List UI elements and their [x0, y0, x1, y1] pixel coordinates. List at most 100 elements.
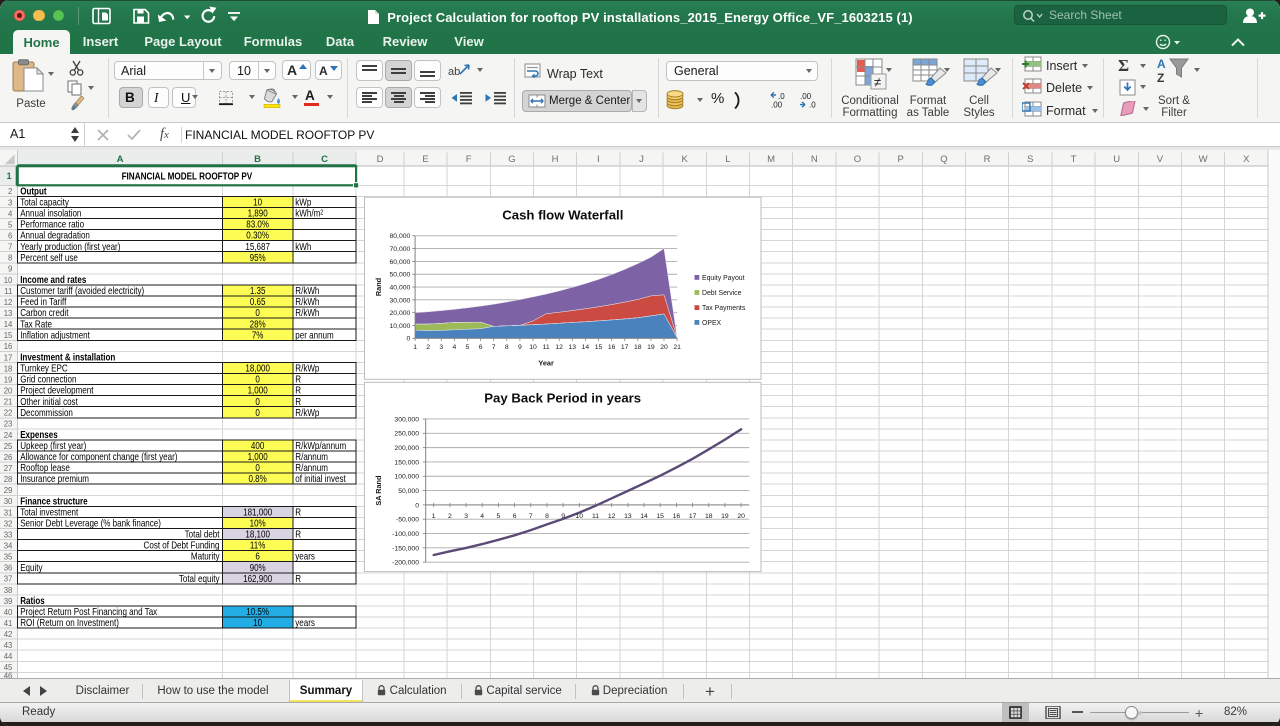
svg-text:OPEX: OPEX — [702, 320, 722, 327]
svg-text:R/annum: R/annum — [295, 462, 328, 473]
svg-text:FINANCIAL MODEL ROOFTOP PV: FINANCIAL MODEL ROOFTOP PV — [122, 171, 253, 182]
svg-text:95%: 95% — [250, 252, 266, 263]
svg-text:Total capacity: Total capacity — [20, 197, 69, 208]
svg-text:13: 13 — [569, 344, 577, 351]
svg-text:Investment & installation: Investment & installation — [20, 352, 115, 363]
svg-text:6: 6 — [255, 551, 259, 562]
svg-text:Income and rates: Income and rates — [20, 274, 86, 285]
svg-text:-200,000: -200,000 — [392, 560, 419, 567]
svg-text:Senior Debt Leverage (% bank f: Senior Debt Leverage (% bank finance) — [20, 518, 161, 529]
svg-text:10.5%: 10.5% — [246, 606, 269, 617]
svg-text:21: 21 — [673, 344, 681, 351]
svg-text:C: C — [321, 154, 328, 165]
svg-text:30: 30 — [4, 497, 13, 506]
svg-text:R: R — [295, 374, 301, 385]
svg-text:30,000: 30,000 — [390, 297, 411, 304]
svg-text:15: 15 — [4, 331, 13, 340]
svg-text:.0: .0 — [809, 101, 816, 110]
svg-text:D: D — [377, 154, 384, 165]
svg-text:2: 2 — [448, 513, 452, 520]
svg-text:1: 1 — [7, 171, 12, 181]
svg-text:17: 17 — [621, 344, 629, 351]
svg-text:Annual degradation: Annual degradation — [20, 230, 90, 241]
svg-text:300,000: 300,000 — [394, 416, 419, 423]
svg-text:83.0%: 83.0% — [246, 219, 269, 230]
svg-text:43: 43 — [4, 641, 13, 650]
svg-text:12: 12 — [608, 513, 616, 520]
svg-text:E: E — [422, 154, 428, 165]
svg-text:R/kWh: R/kWh — [295, 307, 319, 318]
svg-text:13: 13 — [4, 309, 13, 318]
svg-text:ab: ab — [448, 66, 460, 78]
svg-text:Equity: Equity — [20, 562, 43, 573]
svg-text:5: 5 — [8, 220, 13, 229]
svg-text:10%: 10% — [250, 518, 266, 529]
svg-text:6: 6 — [513, 513, 517, 520]
svg-text:A: A — [1157, 57, 1166, 71]
svg-text:10: 10 — [253, 197, 262, 208]
svg-text:K: K — [682, 154, 689, 165]
svg-text:1: 1 — [413, 344, 417, 351]
svg-text:Rooftop lease: Rooftop lease — [20, 462, 70, 473]
svg-text:1,000: 1,000 — [248, 451, 268, 462]
svg-text:20,000: 20,000 — [390, 310, 411, 317]
svg-text:41: 41 — [4, 619, 13, 628]
svg-text:22: 22 — [4, 409, 13, 418]
svg-text:162,900: 162,900 — [243, 573, 272, 584]
svg-text:40,000: 40,000 — [390, 284, 411, 291]
svg-text:25: 25 — [4, 442, 13, 451]
svg-text:10,000: 10,000 — [390, 323, 411, 330]
svg-text:10: 10 — [576, 513, 584, 520]
svg-text:Total investment: Total investment — [20, 507, 78, 518]
svg-text:7%: 7% — [252, 329, 264, 340]
svg-text:N: N — [811, 154, 818, 165]
svg-text:G: G — [508, 154, 515, 165]
svg-text:7: 7 — [8, 243, 12, 252]
svg-text:6: 6 — [479, 344, 483, 351]
svg-text:250,000: 250,000 — [394, 431, 419, 438]
svg-text:0: 0 — [255, 374, 259, 385]
svg-text:W: W — [1199, 154, 1208, 165]
svg-text:Project Return Post Financing: Project Return Post Financing and Tax — [20, 606, 157, 617]
svg-text:kWh: kWh — [295, 241, 311, 252]
svg-text:14: 14 — [640, 513, 648, 520]
svg-text:28%: 28% — [250, 318, 266, 329]
svg-text:Year: Year — [538, 359, 554, 368]
svg-text:18: 18 — [705, 513, 713, 520]
svg-text:years: years — [295, 617, 315, 628]
svg-text:200,000: 200,000 — [394, 445, 419, 452]
svg-text:0: 0 — [255, 307, 259, 318]
svg-text:Expenses: Expenses — [20, 429, 58, 440]
svg-text:F: F — [466, 154, 472, 165]
svg-text:50,000: 50,000 — [390, 272, 411, 279]
svg-text:28: 28 — [4, 475, 13, 484]
svg-text:5: 5 — [466, 344, 470, 351]
svg-text:12: 12 — [555, 344, 563, 351]
svg-text:H: H — [552, 154, 559, 165]
svg-text:-100,000: -100,000 — [392, 531, 419, 538]
svg-text:R: R — [295, 529, 301, 540]
svg-text:R/kWh: R/kWh — [295, 296, 319, 307]
svg-text:kWp: kWp — [295, 197, 311, 208]
svg-text:31: 31 — [4, 508, 13, 517]
svg-text:ROI (Return on Investment): ROI (Return on Investment) — [20, 617, 119, 628]
svg-text:0: 0 — [255, 396, 259, 407]
svg-text:400: 400 — [251, 440, 264, 451]
svg-text:-150,000: -150,000 — [392, 545, 419, 552]
svg-text:1: 1 — [432, 513, 436, 520]
svg-text:Output: Output — [20, 186, 46, 197]
svg-text:years: years — [295, 551, 315, 562]
svg-text:kWh/m2: kWh/m2 — [295, 208, 324, 219]
svg-text:16: 16 — [673, 513, 681, 520]
svg-text:Rand: Rand — [374, 278, 383, 296]
svg-text:O: O — [854, 154, 861, 165]
svg-text:44: 44 — [4, 652, 13, 661]
svg-text:7: 7 — [492, 344, 496, 351]
svg-text:4: 4 — [8, 209, 13, 218]
svg-text:I: I — [597, 154, 600, 165]
svg-text:5: 5 — [497, 513, 501, 520]
svg-text:0.8%: 0.8% — [248, 473, 266, 484]
svg-text:1,890: 1,890 — [248, 208, 268, 219]
svg-text:Project development: Project development — [20, 385, 94, 396]
svg-text:Equity Payout: Equity Payout — [702, 275, 745, 282]
